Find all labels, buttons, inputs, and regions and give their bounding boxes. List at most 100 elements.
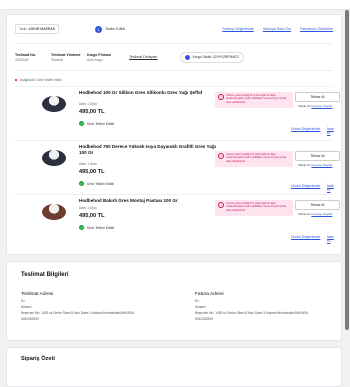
meta-label: Kargo Firması (87, 52, 112, 57)
product-quantity: Adet: 1 Ürün (79, 206, 97, 210)
page-content: Tarih: 12KUR MAERAS 1 Teslim Edildi Satı… (6, 14, 342, 387)
delivery-status: ✓ Ürün Teslim Edildi (79, 225, 114, 230)
meta-value: Standart (51, 57, 64, 62)
address-name: Ev (21, 299, 25, 303)
meta-delivery-no: Teslimat No. 4226AAR (15, 53, 47, 62)
meta-value: Aras Kargo (87, 57, 103, 62)
address-person: Almanlı (21, 305, 32, 309)
delivery-status-text: Ürün Teslim Edildi (87, 181, 115, 186)
save-copy-link[interactable]: Kopyayı Kaydet (311, 212, 332, 216)
order-date-label: Tarih: (19, 27, 28, 31)
save-copy-link[interactable]: Kopyayı Kaydet (311, 163, 332, 167)
delivery-notice: Aşağıdaki 1 ürün teslim edildi. (15, 78, 333, 82)
product-name[interactable]: Hodbehod 750 Derece Yüksek Isıya Dayanık… (79, 144, 219, 156)
status-left: Tarih: 12KUR MAERAS 1 Teslim Edildi (15, 24, 125, 34)
page-scrollbar[interactable] (345, 10, 349, 330)
buy-again-hint-text: Tekrar Al: (298, 163, 311, 167)
buy-again-hint: Tekrar Al: Kopyayı Kaydet (298, 212, 332, 216)
product-quantity: Adet: 1 Ürün (79, 162, 97, 166)
delivery-status: ✓ Ürün Teslim Edildi (79, 181, 114, 186)
meta-carrier: Kargo Firması Aras Kargo (87, 53, 119, 62)
product-price: 495,00 TL (79, 109, 105, 115)
rate-product-link[interactable]: Ürünü Değerlendir (291, 127, 320, 131)
buy-again-hint: Tekrar Al: Kopyayı Kaydet (298, 163, 332, 167)
order-status-row: Tarih: 12KUR MAERAS 1 Teslim Edildi Satı… (15, 15, 333, 44)
stage-label: Teslim Edildi (105, 27, 125, 31)
rate-product-link[interactable]: Ürünü Değerlendir (291, 184, 320, 188)
buy-again-hint-text: Tekrar Al: (298, 104, 311, 108)
view-invoice-link[interactable]: Faturanızı Görüntüle (300, 27, 333, 31)
shipment-tracking-text: Kargo Takibi: 02VP02BPNAE3 (192, 55, 239, 59)
delivery-address: Teslimat Adresi Ev Almanlı Beşevleri Mh.… (21, 292, 161, 321)
save-copy-link[interactable]: Kopyayı Kaydet (311, 104, 332, 108)
delivery-status: ✓ Ürün Teslim Edildi (79, 121, 114, 126)
delivery-address-title: Teslimat Adresi (21, 292, 54, 297)
meta-label: Teslimat No. (15, 52, 37, 57)
product-price: 495,00 TL (79, 213, 105, 219)
order-actions: Satıcıyı Değerlendir Satıcıya Soru Sor F… (222, 27, 333, 31)
address-phone: 5452452595 (195, 317, 213, 321)
check-icon: ✓ (79, 225, 84, 230)
address-person: Almanlı (195, 305, 206, 309)
buy-again-hint: Tekrar Al: Kopyayı Kaydet (298, 104, 332, 108)
return-notice: ! Ürünün yanıt verdiği bir ürünle ilgili… (215, 151, 293, 167)
info-icon: ! (218, 153, 224, 159)
delivery-status-text: Ürün Teslim Edildi (87, 121, 115, 126)
info-icon: ! (218, 202, 224, 208)
return-notice: ! Ürünün yanıt verdiği bir ürünle ilgili… (215, 92, 293, 108)
product-quantity: Adet: 1 Ürün (79, 102, 97, 106)
return-notice-text: Ürünün yanıt verdiği bir ürünle ilgili b… (226, 153, 287, 163)
product-image[interactable] (42, 150, 66, 166)
address-line: Beşevleri Mh. 1453 sk Serbe Sitesi 8 blo… (21, 311, 134, 315)
order-summary-card: Sipariş Özeti (6, 347, 342, 387)
buy-again-button[interactable]: Tekrar Al (295, 200, 340, 210)
product-name[interactable]: Hodbehod Bakırlı Gres Montaj Pastası 100… (79, 198, 219, 204)
return-notice-text: Ürünün yanıt verdiği bir ürünle ilgili b… (226, 202, 287, 212)
order-meta-row: Teslimat No. 4226AAR Teslimat Yöntemi St… (15, 44, 333, 71)
buy-again-hint-text: Tekrar Al: (298, 212, 311, 216)
check-icon: ✓ (79, 121, 84, 126)
delivery-details-link[interactable]: Teslimat Detayları (129, 55, 158, 59)
product-price: 495,00 TL (79, 169, 105, 175)
top-bar (0, 0, 350, 10)
order-item: Hodbehod 100 Gr Silikon Gres Silikonlu G… (15, 86, 340, 140)
order-detail-page: Tarih: 12KUR MAERAS 1 Teslim Edildi Satı… (0, 0, 350, 387)
order-item: Hodbehod Bakırlı Gres Montaj Pastası 100… (15, 194, 340, 248)
meta-value: 4226AAR (15, 57, 29, 62)
return-link[interactable]: İade Et (327, 235, 334, 243)
rate-seller-link[interactable]: Satıcıyı Değerlendir (222, 27, 254, 31)
product-name[interactable]: Hodbehod 100 Gr Silikon Gres Silikonlu G… (79, 90, 219, 96)
delivery-stage: 1 Teslim Edildi (95, 25, 125, 33)
meta-delivery-method: Teslimat Yöntemi Standart (51, 53, 83, 62)
order-date-value: 12KUR MAERAS (28, 27, 56, 31)
order-item: Hodbehod 750 Derece Yüksek Isıya Dayanık… (15, 140, 340, 194)
shipment-tracking[interactable]: Kargo Takibi: 02VP02BPNAE3 (179, 51, 244, 63)
stage-number: 1 (95, 25, 103, 33)
product-image[interactable] (42, 204, 66, 220)
buy-again-button[interactable]: Tekrar Al (295, 151, 340, 161)
rate-product-link[interactable]: Ürünü Değerlendir (291, 235, 320, 239)
check-icon: ✓ (79, 181, 84, 186)
invoice-address: Fatura Adresi Ev Almanlı Beşevleri Mh. 1… (195, 292, 335, 321)
notice-dot-icon (15, 79, 17, 81)
buy-again-button[interactable]: Tekrar Al (295, 92, 340, 102)
truck-icon (184, 54, 190, 60)
order-date: Tarih: 12KUR MAERAS (15, 24, 60, 34)
ask-seller-link[interactable]: Satıcıya Soru Sor (263, 27, 291, 31)
delivery-info-card: Teslimat Bilgileri Teslimat Adresi Ev Al… (6, 261, 342, 341)
delivery-info-title: Teslimat Bilgileri (21, 272, 69, 278)
invoice-address-title: Fatura Adresi (195, 292, 224, 297)
order-summary-title: Sipariş Özeti (21, 356, 55, 362)
return-link[interactable]: İade Et (327, 127, 334, 135)
address-phone: 5452452595 (21, 317, 39, 321)
product-image[interactable] (42, 96, 66, 112)
return-notice: ! Ürünün yanıt verdiği bir ürünle ilgili… (215, 200, 293, 216)
info-icon: ! (218, 94, 224, 100)
delivery-status-text: Ürün Teslim Edildi (87, 225, 115, 230)
address-line: Beşevleri Mh. 1453 sk Serbe Sitesi 8 blo… (195, 311, 308, 315)
address-name: Ev (195, 299, 199, 303)
meta-label: Teslimat Yöntemi (51, 52, 81, 57)
notice-text: Aşağıdaki 1 ürün teslim edildi. (20, 78, 63, 82)
return-notice-text: Ürünün yanıt verdiği bir ürünle ilgili b… (226, 94, 287, 104)
return-link[interactable]: İade Et (327, 184, 334, 192)
